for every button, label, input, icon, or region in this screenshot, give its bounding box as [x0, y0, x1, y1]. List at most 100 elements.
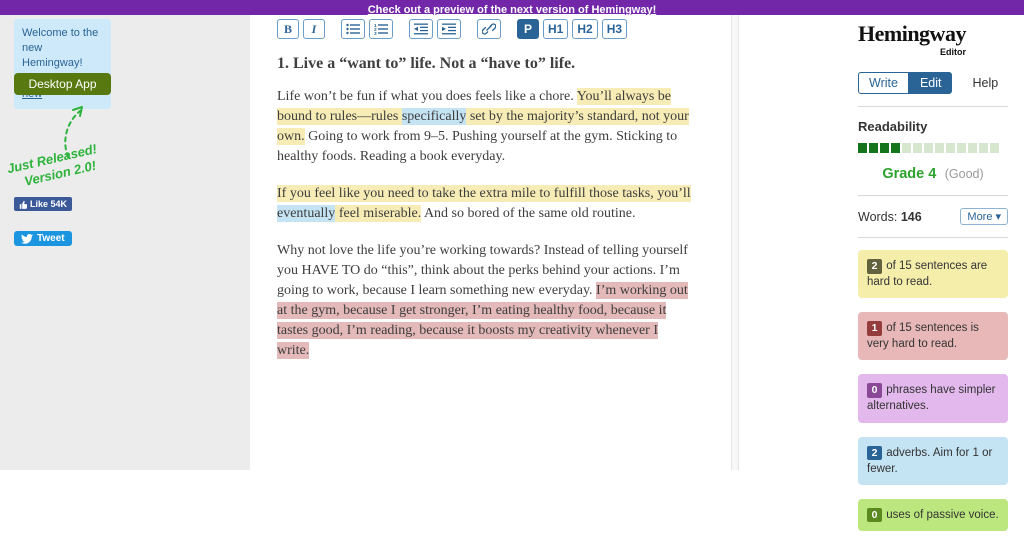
- words-row: Words: 146 More ▾: [858, 208, 1008, 225]
- thumbs-up-icon: [19, 200, 27, 209]
- tweet-label: Tweet: [37, 233, 65, 244]
- plain-text: Going to work from 9–5. Pushing yourself…: [277, 129, 678, 165]
- issue-card-yellow[interactable]: 2 of 15 sentences are hard to read.: [858, 250, 1008, 299]
- indent-button[interactable]: [437, 19, 461, 39]
- readability-segment: [957, 143, 966, 153]
- issue-card-green[interactable]: 0 uses of passive voice.: [858, 498, 1008, 531]
- readability-segment: [979, 143, 988, 153]
- editor-paragraph[interactable]: Why not love the life you’re working tow…: [277, 241, 691, 361]
- outdent-button[interactable]: [409, 19, 433, 39]
- page: Check out a preview of the next version …: [0, 0, 1024, 531]
- highlight-blue: specifically: [401, 108, 467, 126]
- left-sidebar: Welcome to the new Hemingway! Read what'…: [0, 15, 250, 470]
- editor-paragraph[interactable]: Life won’t be fun if what you does feels…: [277, 87, 691, 167]
- mode-toggle: Write Edit Help: [858, 72, 1008, 94]
- paragraph-button[interactable]: P: [517, 19, 539, 39]
- welcome-box: Welcome to the new Hemingway! Read what'…: [14, 19, 111, 110]
- facebook-like-label: Like 54K: [30, 199, 68, 209]
- readability-segment: [880, 143, 889, 153]
- highlight-blue: eventually: [277, 205, 336, 223]
- announcement-banner: Check out a preview of the next version …: [0, 0, 1024, 16]
- readability-grade: Grade 4 (Good): [858, 165, 1008, 183]
- formatting-toolbar: B I 123 P H1 H2 H3: [277, 19, 731, 39]
- link-icon: [482, 23, 496, 35]
- caret-down-icon: ▾: [995, 211, 1001, 223]
- more-button-label: More: [967, 210, 993, 223]
- word-count-label: Words:: [858, 209, 898, 224]
- readability-title: Readability: [858, 119, 928, 134]
- issue-card-red[interactable]: 1 of 15 sentences is very hard to read.: [858, 312, 1008, 361]
- document-heading[interactable]: 1. Live a “want to” life. Not a “have to…: [277, 55, 691, 73]
- help-link[interactable]: Help: [972, 76, 998, 90]
- issue-count-badge: 2: [867, 259, 882, 274]
- issue-cards: 2 of 15 sentences are hard to read. 1 of …: [858, 250, 1008, 531]
- divider: [858, 195, 1008, 196]
- issue-card-text: uses of passive voice.: [883, 508, 999, 521]
- logo-subtext: Editor: [939, 47, 966, 57]
- editor-paragraph[interactable]: If you feel like you need to take the ex…: [277, 184, 691, 224]
- issue-card-purple[interactable]: 0 phrases have simpler alternatives.: [858, 374, 1008, 423]
- highlight-yellow: feel miserable.: [335, 205, 422, 223]
- tweet-button[interactable]: Tweet: [14, 231, 72, 246]
- editor-body[interactable]: Life won’t be fun if what you does feels…: [277, 87, 691, 361]
- issue-card-text: of 15 sentences are hard to read.: [867, 260, 988, 289]
- twitter-bird-icon: [21, 233, 33, 244]
- word-count-value: 146: [900, 209, 922, 224]
- issue-count-badge: 2: [867, 445, 882, 461]
- editor-content[interactable]: 1. Live a “want to” life. Not a “have to…: [277, 55, 691, 361]
- h1-button[interactable]: H1: [543, 19, 569, 39]
- divider: [858, 106, 1008, 107]
- readability-segment: [869, 143, 878, 153]
- divider: [858, 237, 1008, 238]
- readability-segment: [990, 143, 999, 153]
- plain-text: Life won’t be fun if what you does feels…: [277, 89, 577, 104]
- issue-count-badge: 1: [867, 321, 882, 336]
- readability-segment: [858, 143, 867, 153]
- link-button[interactable]: [477, 19, 501, 39]
- issue-card-text: phrases have simpler alternatives.: [867, 384, 996, 413]
- italic-button[interactable]: I: [303, 19, 325, 39]
- logo-text: Hemingway: [858, 21, 966, 46]
- issue-count-badge: 0: [867, 383, 882, 399]
- issue-card-text: adverbs. Aim for 1 or fewer.: [867, 446, 993, 475]
- numbered-list-button[interactable]: 123: [369, 19, 393, 39]
- indent-icon: [442, 23, 456, 35]
- issue-card-blue[interactable]: 2 adverbs. Aim for 1 or fewer.: [858, 436, 1008, 485]
- right-sidebar: Hemingway Editor Write Edit Help Readabi…: [739, 15, 1024, 531]
- readability-segment: [902, 143, 911, 153]
- facebook-like-button[interactable]: Like 54K: [14, 197, 73, 211]
- h3-button[interactable]: H3: [601, 19, 628, 39]
- readability-segment: [924, 143, 933, 153]
- welcome-text: Welcome to the new Hemingway!: [22, 27, 99, 69]
- write-tab[interactable]: Write: [858, 72, 909, 94]
- grade-value: Grade 4: [882, 166, 937, 182]
- main-layout: Welcome to the new Hemingway! Read what'…: [0, 15, 1024, 531]
- more-button[interactable]: More ▾: [960, 208, 1008, 225]
- bullet-list-icon: [346, 23, 360, 35]
- issue-card-text: of 15 sentences is very hard to read.: [867, 322, 979, 351]
- release-note: Just Released! Version 2.0!: [6, 141, 103, 193]
- grade-qualifier: (Good): [944, 167, 984, 181]
- h2-button[interactable]: H2: [572, 19, 598, 39]
- numbered-list-icon: 123: [374, 23, 388, 35]
- readability-segment: [913, 143, 922, 153]
- highlight-yellow: If you feel like you need to take the ex…: [277, 185, 691, 203]
- outdent-icon: [414, 23, 428, 35]
- edit-tab[interactable]: Edit: [908, 72, 953, 94]
- scrollbar[interactable]: [731, 15, 739, 470]
- logo: Hemingway Editor: [858, 21, 966, 58]
- readability-segment: [946, 143, 955, 153]
- readability-segment: [968, 143, 977, 153]
- editor-area: B I 123 P H1 H2 H3 1. Live a “want to” l…: [250, 15, 731, 470]
- svg-text:3: 3: [374, 31, 377, 35]
- bold-button[interactable]: B: [277, 19, 299, 39]
- word-count: Words: 146: [858, 210, 922, 224]
- readability-segment: [891, 143, 900, 153]
- plain-text: And so bored of the same old routine.: [421, 206, 636, 222]
- desktop-app-button[interactable]: Desktop App: [14, 73, 111, 95]
- right-sidebar-column: Hemingway Editor Write Edit Help Readabi…: [858, 23, 1008, 545]
- readability-segment: [935, 143, 944, 153]
- readability-bar: [858, 143, 1008, 153]
- bullet-list-button[interactable]: [341, 19, 365, 39]
- issue-count-badge: 0: [867, 507, 882, 523]
